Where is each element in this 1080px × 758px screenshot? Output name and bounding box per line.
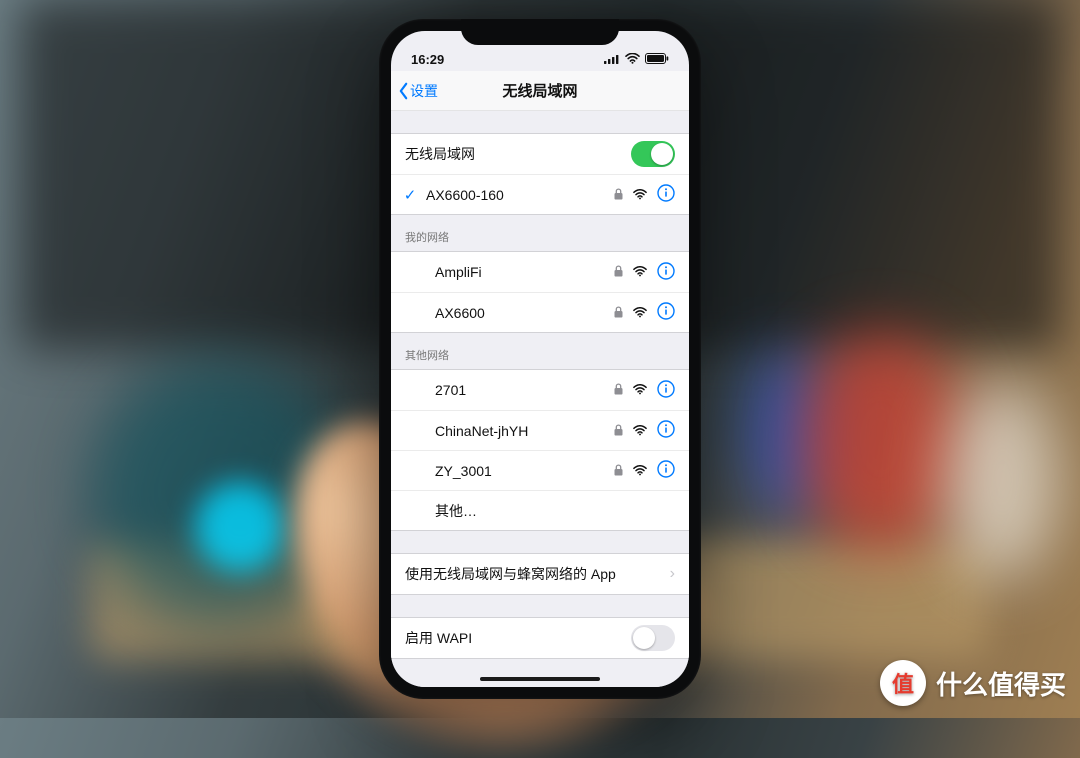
content[interactable]: 无线局域网 ✓ AX6600-160 我的网络 AmpliF xyxy=(391,111,689,687)
wifi-signal-icon xyxy=(633,305,647,321)
status-time: 16:29 xyxy=(411,52,444,67)
screen: 16:29 设置 无线局域网 xyxy=(391,31,689,687)
nav-bar: 设置 无线局域网 xyxy=(391,71,689,111)
back-button[interactable]: 设置 xyxy=(397,81,438,101)
section-header-mine: 我的网络 xyxy=(391,215,689,251)
lock-icon xyxy=(614,382,623,398)
signal-icon xyxy=(604,52,620,67)
info-icon[interactable] xyxy=(657,460,675,481)
iphone-frame: 16:29 设置 无线局域网 xyxy=(379,19,701,699)
notch xyxy=(461,19,619,45)
connected-network-row[interactable]: ✓ AX6600-160 xyxy=(391,174,689,214)
network-name: AX6600 xyxy=(435,305,485,321)
watermark: 值 什么值得买 xyxy=(880,660,1066,706)
watermark-badge: 值 xyxy=(880,660,926,706)
wifi-signal-icon xyxy=(633,187,647,203)
info-icon[interactable] xyxy=(657,184,675,205)
apps-using-wlan-label: 使用无线局域网与蜂窝网络的 App xyxy=(405,564,616,584)
back-label: 设置 xyxy=(410,81,438,101)
lock-icon xyxy=(614,187,623,203)
wifi-signal-icon xyxy=(633,423,647,439)
network-row[interactable]: AmpliFi xyxy=(391,252,689,292)
network-row[interactable]: AX6600 xyxy=(391,292,689,332)
wifi-toggle-row[interactable]: 无线局域网 xyxy=(391,134,689,174)
wifi-signal-icon xyxy=(633,264,647,280)
check-icon: ✓ xyxy=(403,186,417,204)
network-row[interactable]: ChinaNet-jhYH xyxy=(391,410,689,450)
wifi-switch[interactable] xyxy=(631,141,675,167)
watermark-text: 什么值得买 xyxy=(936,665,1066,702)
network-name: ZY_3001 xyxy=(435,463,492,479)
info-icon[interactable] xyxy=(657,420,675,441)
wifi-signal-icon xyxy=(633,382,647,398)
chevron-right-icon: › xyxy=(670,565,675,583)
other-network-label: 其他… xyxy=(435,501,477,521)
info-icon[interactable] xyxy=(657,380,675,401)
section-header-other: 其他网络 xyxy=(391,333,689,369)
network-name: 2701 xyxy=(435,382,466,398)
network-row[interactable]: 2701 xyxy=(391,370,689,410)
info-icon[interactable] xyxy=(657,302,675,323)
wapi-label: 启用 WAPI xyxy=(405,628,472,648)
connected-network-name: AX6600-160 xyxy=(426,187,504,203)
wapi-row[interactable]: 启用 WAPI xyxy=(391,618,689,658)
battery-icon xyxy=(645,52,669,67)
home-indicator[interactable] xyxy=(480,677,600,681)
wifi-icon xyxy=(625,52,640,67)
info-icon[interactable] xyxy=(657,262,675,283)
lock-icon xyxy=(614,305,623,321)
network-name: AmpliFi xyxy=(435,264,482,280)
lock-icon xyxy=(614,463,623,479)
lock-icon xyxy=(614,423,623,439)
wifi-toggle-label: 无线局域网 xyxy=(405,144,475,164)
network-name: ChinaNet-jhYH xyxy=(435,423,528,439)
wifi-signal-icon xyxy=(633,463,647,479)
apps-using-wlan-row[interactable]: 使用无线局域网与蜂窝网络的 App › xyxy=(391,554,689,594)
lock-icon xyxy=(614,264,623,280)
wapi-switch[interactable] xyxy=(631,625,675,651)
other-network-row[interactable]: 其他… xyxy=(391,490,689,530)
page-title: 无线局域网 xyxy=(502,80,577,101)
network-row[interactable]: ZY_3001 xyxy=(391,450,689,490)
